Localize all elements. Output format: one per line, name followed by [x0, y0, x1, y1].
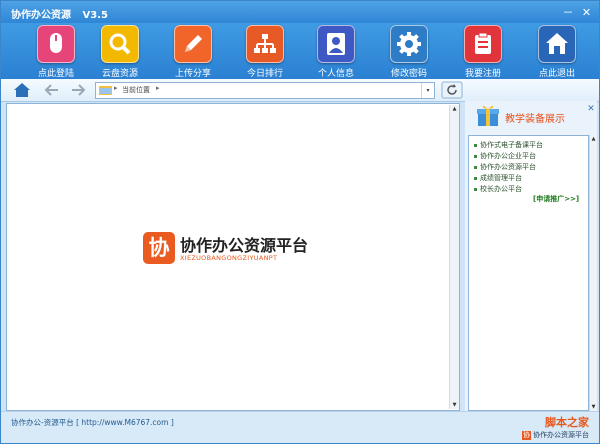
- list-item[interactable]: 协作式电子备课平台: [474, 140, 543, 150]
- app-version: V3.5: [82, 10, 108, 21]
- scroll-down-arrow-icon[interactable]: ▼: [451, 402, 458, 408]
- status-text: 协作办公-资源平台 [ http://www.M6767.com ]: [11, 418, 174, 427]
- address-dropdown-button[interactable]: ▾: [421, 83, 434, 98]
- watermark: 脚本之家 协协作办公资源平台: [499, 414, 589, 442]
- gift-icon: [477, 105, 499, 126]
- gear-icon: [390, 25, 428, 63]
- toolbar-exit-label: 点此退出: [538, 69, 575, 79]
- watermark-product-label: 协作办公资源平台: [533, 431, 589, 439]
- toolbar-password-label: 修改密码: [390, 69, 427, 79]
- toolbar-profile-label: 个人信息: [317, 69, 354, 79]
- scroll-down-arrow-icon[interactable]: ▼: [590, 404, 597, 410]
- toolbar-profile-button[interactable]: 个人信息: [306, 25, 366, 79]
- address-separator: ▸: [114, 84, 118, 92]
- panel-vertical-scrollbar[interactable]: ▲ ▼: [589, 135, 597, 411]
- list-item-label: 协作办公资源平台: [480, 163, 536, 171]
- toolbar-register-label: 我要注册: [464, 69, 501, 79]
- address-bar[interactable]: ▸ 当前位置 ▸ ▾: [95, 82, 435, 99]
- pencil-icon: [174, 25, 212, 63]
- toolbar-upload-button[interactable]: 上传分享: [163, 25, 223, 79]
- watermark-site-name: 脚本之家: [545, 416, 589, 429]
- list-item-label: 成绩管理平台: [480, 174, 522, 182]
- apply-promotion-link[interactable]: [申请推广>>]: [533, 194, 579, 204]
- watermark-product: 协协作办公资源平台: [522, 430, 589, 440]
- logo-subtitle: XIEZUOBANGONGZIYUANPT: [180, 254, 278, 262]
- app-window: 协作办公资源 V3.5 － ✕ 点此登陆 云盘资源 上传分享 今日排行 个人信息…: [0, 0, 600, 444]
- clipboard-icon: [464, 25, 502, 63]
- list-item-label: 协作式电子备课平台: [480, 141, 543, 149]
- window-buttons: － ✕: [560, 4, 594, 20]
- bullet-icon: [474, 154, 477, 158]
- user-icon: [317, 25, 355, 63]
- toolbar-register-button[interactable]: 我要注册: [453, 25, 513, 79]
- list-item[interactable]: 协作办公企业平台: [474, 151, 536, 161]
- scroll-up-arrow-icon[interactable]: ▲: [590, 136, 597, 142]
- back-button[interactable]: [41, 81, 63, 99]
- refresh-icon: [441, 81, 463, 99]
- arrow-left-icon: [44, 84, 58, 96]
- close-button[interactable]: ✕: [580, 6, 593, 19]
- refresh-button[interactable]: [441, 81, 463, 99]
- scroll-up-arrow-icon[interactable]: ▲: [451, 106, 458, 112]
- toolbar-upload-label: 上传分享: [174, 69, 211, 79]
- bullet-icon: [474, 143, 477, 147]
- brand-logo-icon: 协: [522, 430, 531, 440]
- bullet-icon: [474, 165, 477, 169]
- list-item[interactable]: 成绩管理平台: [474, 173, 522, 183]
- toolbar-exit-button[interactable]: 点此退出: [527, 25, 587, 79]
- app-title: 协作办公资源: [11, 10, 71, 21]
- sitemap-icon: [246, 25, 284, 63]
- search-icon: [101, 25, 139, 63]
- list-item-label: 校长办公平台: [480, 185, 522, 193]
- address-location-label: 当前位置: [122, 86, 150, 94]
- main-toolbar: 点此登陆 云盘资源 上传分享 今日排行 个人信息 修改密码 我要注册 点此退出: [1, 23, 599, 79]
- minimize-button[interactable]: －: [562, 4, 575, 20]
- panel-header: 教学装备展示 ✕: [469, 103, 595, 129]
- list-item[interactable]: 协作办公资源平台: [474, 162, 536, 172]
- home-icon: [14, 83, 30, 97]
- panel-list: 协作式电子备课平台 协作办公企业平台 协作办公资源平台 成绩管理平台 校长办公平…: [468, 135, 589, 411]
- address-separator-2: ▸: [156, 84, 160, 92]
- main-content-area: 协 协作办公资源平台 XIEZUOBANGONGZIYUANPT: [6, 103, 460, 411]
- status-bar: 协作办公-资源平台 [ http://www.M6767.com ] 脚本之家 …: [1, 411, 599, 443]
- toolbar-ranking-button[interactable]: 今日排行: [235, 25, 295, 79]
- list-item[interactable]: 校长办公平台: [474, 184, 522, 194]
- right-side-panel: 教学装备展示 ✕ 协作式电子备课平台 协作办公企业平台 协作办公资源平台 成绩管…: [465, 101, 597, 411]
- logo-title: 协作办公资源平台: [180, 236, 309, 255]
- panel-close-button[interactable]: ✕: [585, 103, 597, 115]
- toolbar-cloud-button[interactable]: 云盘资源: [90, 25, 150, 79]
- bullet-icon: [474, 176, 477, 180]
- title-bar: 协作办公资源 V3.5 － ✕: [1, 1, 599, 23]
- main-vertical-scrollbar[interactable]: ▲ ▼: [449, 105, 459, 409]
- forward-button[interactable]: [67, 81, 89, 99]
- brand-logo: 协 协作办公资源平台 XIEZUOBANGONGZIYUANPT: [143, 232, 323, 266]
- toolbar-login-button[interactable]: 点此登陆: [26, 25, 86, 79]
- mouse-icon: [37, 25, 75, 63]
- toolbar-ranking-label: 今日排行: [246, 69, 283, 79]
- toolbar-cloud-label: 云盘资源: [101, 69, 138, 79]
- logo-mark: 协: [143, 232, 175, 264]
- panel-title: 教学装备展示: [505, 114, 565, 125]
- list-item-label: 协作办公企业平台: [480, 152, 536, 160]
- bullet-icon: [474, 187, 477, 191]
- home-icon: [538, 25, 576, 63]
- navigation-bar: ▸ 当前位置 ▸ ▾: [1, 79, 599, 102]
- home-nav-button[interactable]: [11, 81, 33, 99]
- toolbar-password-button[interactable]: 修改密码: [379, 25, 439, 79]
- window-title: 协作办公资源 V3.5: [11, 6, 108, 21]
- arrow-right-icon: [72, 84, 86, 96]
- toolbar-login-label: 点此登陆: [37, 69, 74, 79]
- folder-icon: [99, 86, 112, 95]
